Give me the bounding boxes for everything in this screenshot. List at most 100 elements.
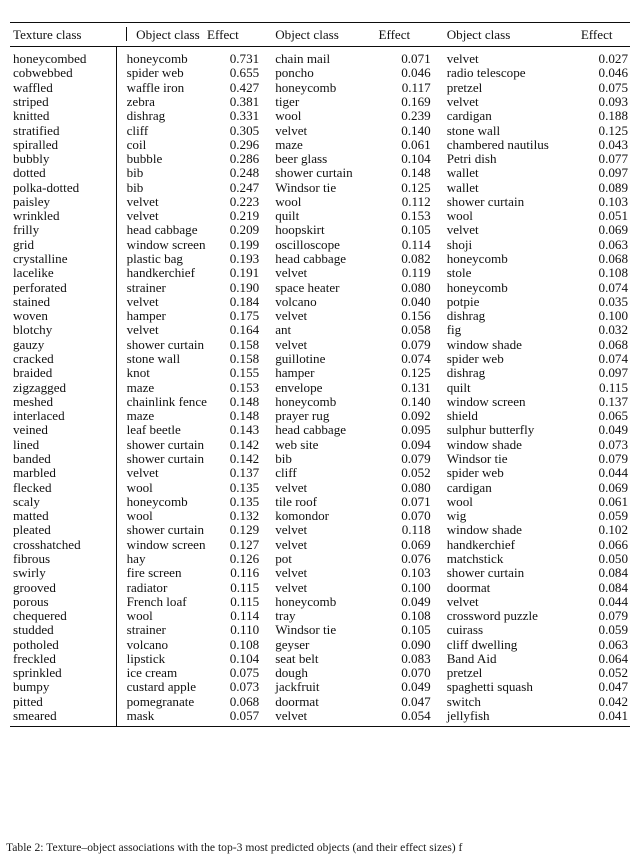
cell-effect-2: 0.105 <box>401 622 431 638</box>
table-row: veined leaf beetle 0.143 head cabbage 0.095 s… <box>10 422 630 438</box>
cell-object-class-2: velvet <box>275 579 308 595</box>
table-row: crosshatched window screen 0.127 velvet 0.06… <box>10 536 630 552</box>
cell-object-class-2: velvet <box>275 565 308 581</box>
cell-object-class-1: zebra <box>115 94 207 109</box>
cell-object-class-2: quilt <box>275 208 300 224</box>
cell-effect-1: 0.143 <box>229 422 260 438</box>
table-row: stratified cliff 0.305 velvet 0.140 stone wal… <box>10 122 630 138</box>
cell-object-class-2: hamper <box>275 365 315 381</box>
cell-object-class-1: maze <box>115 408 207 423</box>
cell-object-class-2: tiger <box>275 93 300 109</box>
cell-texture-class: woven <box>13 308 48 324</box>
table-row: banded shower curtain 0.142 bib 0.079 Windsor… <box>10 450 630 466</box>
table-header-row: Texture class Object class Effect Object… <box>10 22 630 47</box>
cell-effect-3: 0.097 <box>598 165 628 181</box>
cell-effect-2: 0.092 <box>401 408 431 424</box>
cell-effect-3: 0.050 <box>598 550 628 566</box>
cell-effect-1: 0.184 <box>229 293 260 309</box>
cell-effect-2: 0.148 <box>401 165 431 181</box>
cell-object-class-3: stone wall <box>446 122 501 138</box>
cell-effect-1: 0.155 <box>229 365 260 381</box>
cell-effect-2: 0.070 <box>401 508 431 524</box>
cell-effect-2: 0.079 <box>401 450 431 466</box>
cell-effect-2: 0.112 <box>401 193 431 209</box>
table-row: matted wool 0.132 komondor 0.070 wig 0.059 <box>10 508 630 524</box>
cell-effect-1: 0.137 <box>229 465 260 481</box>
table-row: gauzy shower curtain 0.158 velvet 0.079 windo… <box>10 336 630 352</box>
cell-object-class-1: lipstick <box>115 651 207 666</box>
table-row: cracked stone wall 0.158 guillotine 0.074 spi… <box>10 351 630 366</box>
cell-effect-2: 0.140 <box>401 393 431 409</box>
cell-object-class-2: honeycomb <box>275 79 337 95</box>
table-row: lined shower curtain 0.142 web site 0.094 win… <box>10 436 630 452</box>
cell-object-class-3: handkerchief <box>446 536 516 552</box>
cell-object-class-2: komondor <box>275 508 330 524</box>
cell-effect-1: 0.115 <box>230 593 260 609</box>
cell-texture-class: knitted <box>13 108 50 124</box>
cell-texture-class: cobwebbed <box>13 65 73 81</box>
table-row: scaly honeycomb 0.135 tile roof 0.071 wool 0.0… <box>10 493 630 509</box>
cell-effect-3: 0.069 <box>598 222 628 238</box>
cell-effect-2: 0.040 <box>401 293 431 309</box>
cell-effect-1: 0.114 <box>230 608 260 624</box>
cell-effect-2: 0.119 <box>401 265 431 281</box>
cell-object-class-2: volcano <box>275 293 317 309</box>
cell-effect-1: 0.148 <box>229 393 260 409</box>
cell-object-class-3: switch <box>446 693 481 709</box>
cell-object-class-3: window shade <box>446 522 522 538</box>
cell-object-class-2: beer glass <box>275 151 328 167</box>
cell-effect-3: 0.097 <box>598 365 628 381</box>
table-row: dotted bib 0.248 shower curtain 0.148 wallet 0… <box>10 165 630 181</box>
cell-effect-3: 0.046 <box>598 65 628 81</box>
cell-effect-1: 0.248 <box>229 165 260 181</box>
cell-effect-2: 0.052 <box>401 465 431 481</box>
cell-texture-class: blotchy <box>13 322 53 338</box>
cell-effect-3: 0.063 <box>598 636 628 652</box>
cell-object-class-1: coil <box>115 137 207 152</box>
cell-object-class-3: window shade <box>446 336 522 352</box>
cell-object-class-1: French loaf <box>115 594 207 609</box>
cell-object-class-1: velvet <box>115 322 207 338</box>
cell-texture-class: interlaced <box>13 408 65 424</box>
cell-effect-1: 0.381 <box>229 93 260 109</box>
cell-texture-class: swirly <box>13 565 46 581</box>
cell-object-class-1: chainlink fence <box>115 394 207 409</box>
cell-effect-1: 0.331 <box>229 108 260 124</box>
cell-effect-1: 0.104 <box>229 650 260 666</box>
cell-effect-1: 0.127 <box>229 536 260 552</box>
cell-object-class-2: velvet <box>275 479 308 495</box>
cell-effect-2: 0.069 <box>401 536 431 552</box>
cell-object-class-2: space heater <box>275 279 340 295</box>
cell-object-class-2: velvet <box>275 708 308 724</box>
cell-effect-1: 0.142 <box>229 450 260 466</box>
cell-effect-2: 0.105 <box>401 222 431 238</box>
texture-object-association-table: Texture class Object class Effect Object… <box>10 22 630 727</box>
cell-effect-2: 0.094 <box>401 436 431 452</box>
cell-object-class-1: shower curtain <box>115 337 207 352</box>
table-row: zigzagged maze 0.153 envelope 0.131 quilt 0.11… <box>10 379 630 395</box>
cell-object-class-2: Windsor tie <box>275 622 337 638</box>
cell-object-class-3: honeycomb <box>446 251 508 267</box>
cell-object-class-2: velvet <box>275 308 308 324</box>
cell-effect-2: 0.071 <box>401 51 431 67</box>
cell-object-class-3: cliff dwelling <box>446 636 518 652</box>
cell-object-class-3: velvet <box>446 222 479 238</box>
column-header-effect-2: Effect <box>378 26 411 42</box>
cell-object-class-3: shower curtain <box>446 193 525 209</box>
cell-object-class-3: Windsor tie <box>446 450 508 466</box>
cell-effect-3: 0.027 <box>598 51 628 67</box>
cell-effect-2: 0.095 <box>401 422 431 438</box>
cell-object-class-3: jellyfish <box>446 708 490 724</box>
cell-effect-2: 0.104 <box>401 151 431 167</box>
cell-object-class-1: radiator <box>115 579 207 595</box>
cell-effect-1: 0.286 <box>229 151 260 167</box>
cell-object-class-3: shoji <box>446 236 473 252</box>
cell-object-class-3: wallet <box>446 165 479 181</box>
cell-effect-2: 0.071 <box>401 493 431 509</box>
cell-texture-class: frilly <box>13 222 40 238</box>
cell-object-class-1: bubble <box>115 151 207 166</box>
cell-object-class-1: ice cream <box>115 665 207 680</box>
cell-effect-3: 0.079 <box>598 450 628 466</box>
cell-texture-class: stained <box>13 293 51 309</box>
cell-effect-1: 0.068 <box>229 693 260 709</box>
